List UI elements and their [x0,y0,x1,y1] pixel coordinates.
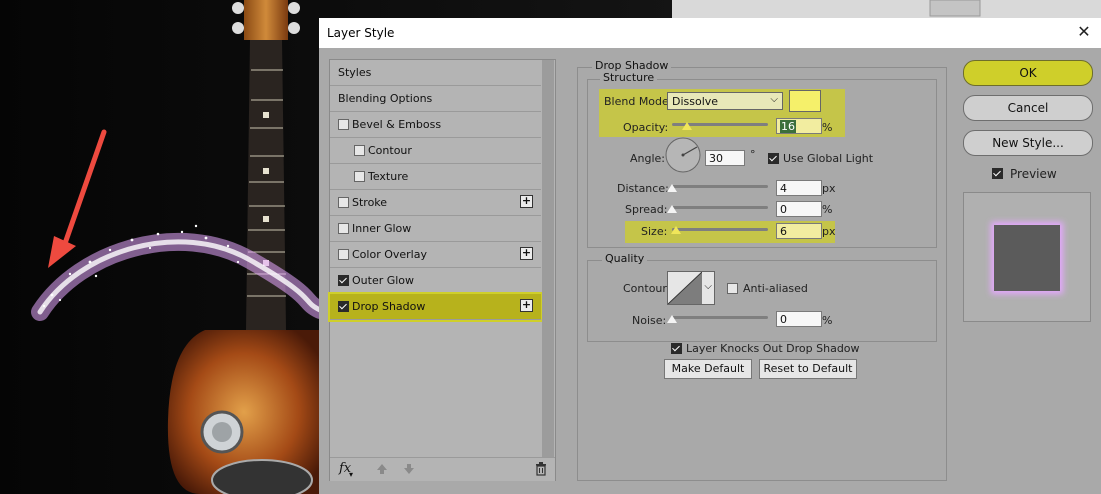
angle-input[interactable]: 30 [705,150,745,166]
blend-mode-select[interactable]: Dissolve ⌵ [667,92,783,110]
style-item-bevel-emboss[interactable]: Bevel & Emboss [330,112,541,138]
spread-unit: % [822,203,833,216]
style-item-label: Blending Options [338,92,433,105]
contour-label: Contour: [623,282,671,295]
arrow-down-icon[interactable] [403,463,415,475]
style-checkbox[interactable] [338,301,349,312]
fx-dropdown-icon: ▾ [349,470,354,479]
styles-header-row[interactable]: Styles [330,60,541,86]
size-input[interactable]: 6 [776,223,822,239]
drop-shadow-panel: Drop Shadow Structure Blend Mode: Dissol… [577,59,947,481]
quality-group [587,260,937,342]
chevron-down-icon: ⌵ [704,281,712,292]
shadow-color-swatch[interactable] [789,90,821,112]
distance-unit: px [822,182,836,195]
style-item-label: Inner Glow [352,222,412,235]
cancel-button[interactable]: Cancel [963,95,1093,121]
style-checkbox[interactable] [338,197,349,208]
preview-swatch [994,225,1060,291]
style-checkbox[interactable] [338,223,349,234]
angle-dial[interactable] [664,136,702,174]
style-checkbox[interactable] [338,275,349,286]
structure-legend: Structure [600,71,658,84]
opacity-label: Opacity: [623,121,669,134]
layer-knocks-label: Layer Knocks Out Drop Shadow [686,342,860,355]
noise-slider[interactable] [672,316,768,319]
angle-label: Angle: [630,152,666,165]
style-item-label: Stroke [352,196,388,209]
arrow-up-icon[interactable] [376,463,388,475]
ok-button[interactable]: OK [963,60,1093,86]
title-bar: Layer Style ✕ [319,18,1101,48]
distance-input[interactable]: 4 [776,180,822,196]
style-item-texture[interactable]: Texture [330,164,541,190]
opacity-unit: % [822,121,833,134]
style-item-drop-shadow[interactable]: Drop Shadow + [328,292,543,322]
make-default-button[interactable]: Make Default [664,359,752,379]
blend-mode-label: Blend Mode: [604,95,673,108]
style-item-label: Outer Glow [352,274,415,287]
contour-picker[interactable]: ⌵ [667,271,715,305]
preview-checkbox[interactable] [992,168,1003,179]
layer-style-dialog: Layer Style ✕ Styles Blending Options Bev… [319,18,1101,494]
style-item-label: Color Overlay [352,248,427,261]
style-item-label: Drop Shadow [352,300,426,313]
contour-linear-icon [668,272,702,304]
add-effect-plus-icon[interactable]: + [520,195,533,208]
noise-label: Noise: [632,314,667,327]
preview-label: Preview [1010,167,1057,181]
angle-unit: ° [750,148,756,161]
new-style-button[interactable]: New Style... [963,130,1093,156]
styles-list: Styles Blending Options Bevel & Emboss Con… [328,59,556,481]
add-effect-plus-icon[interactable]: + [520,299,533,312]
style-checkbox[interactable] [354,145,365,156]
style-item-label: Bevel & Emboss [352,118,442,131]
distance-slider-thumb[interactable] [667,184,677,192]
preview-box [963,192,1091,322]
size-slider[interactable] [672,228,768,231]
reset-to-default-button[interactable]: Reset to Default [759,359,857,379]
anti-aliased-label: Anti-aliased [743,282,808,295]
styles-header: Styles [338,66,372,79]
opacity-input[interactable]: 16 [776,118,822,134]
noise-unit: % [822,314,833,327]
layer-knocks-checkbox[interactable] [671,343,682,354]
style-checkbox[interactable] [338,119,349,130]
style-item-label: Texture [368,170,409,183]
size-label: Size: [641,225,668,238]
opacity-value: 16 [780,120,796,133]
use-global-light-label: Use Global Light [783,152,874,165]
size-unit: px [822,225,836,238]
distance-label: Distance: [617,182,669,195]
spread-input[interactable]: 0 [776,201,822,217]
noise-input[interactable]: 0 [776,311,822,327]
size-slider-thumb[interactable] [670,226,681,234]
style-item-stroke[interactable]: Stroke + [330,190,541,216]
style-item-contour[interactable]: Contour [330,138,541,164]
style-checkbox[interactable] [354,171,365,182]
chevron-down-icon: ⌵ [770,94,778,105]
style-checkbox[interactable] [338,249,349,260]
noise-slider-thumb[interactable] [667,315,677,323]
spread-slider[interactable] [672,206,768,209]
dialog-title: Layer Style [327,26,395,40]
styles-footer: fx ▾ [330,457,555,481]
spread-slider-thumb[interactable] [667,205,677,213]
style-item-label: Contour [368,144,412,157]
add-effect-plus-icon[interactable]: + [520,247,533,260]
blend-mode-value: Dissolve [672,95,719,108]
spread-label: Spread: [625,203,668,216]
style-item-blending-options[interactable]: Blending Options [330,86,541,112]
use-global-light-checkbox[interactable] [768,153,779,164]
close-icon[interactable]: ✕ [1073,21,1095,43]
styles-scrollbar[interactable] [542,60,554,457]
style-item-inner-glow[interactable]: Inner Glow [330,216,541,242]
distance-slider[interactable] [672,185,768,188]
style-item-outer-glow[interactable]: Outer Glow [330,268,541,294]
style-item-color-overlay[interactable]: Color Overlay + [330,242,541,268]
opacity-slider-thumb[interactable] [682,122,693,130]
quality-legend: Quality [602,252,648,265]
anti-aliased-checkbox[interactable] [727,283,738,294]
trash-icon[interactable] [535,462,547,476]
